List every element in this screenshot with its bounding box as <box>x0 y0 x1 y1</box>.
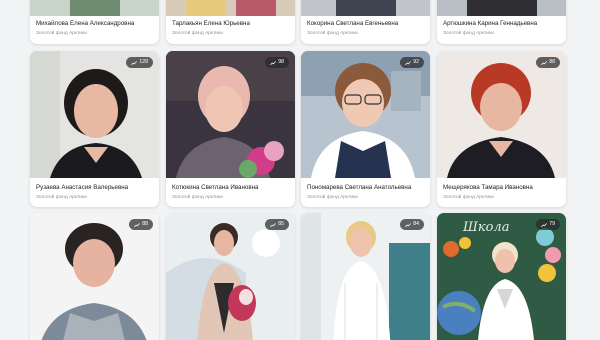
participant-name: Тарлакьян Елена Юрьевна <box>172 20 250 27</box>
views-badge: 128 <box>126 57 153 68</box>
participant-name: Мещерякова Тамара Ивановна <box>443 184 533 191</box>
participant-card[interactable]: Тарлакьян Елена Юрьевна Золотой фонд Арк… <box>166 0 295 44</box>
participant-photo: 85 <box>166 213 295 340</box>
views-count: 79 <box>549 221 555 227</box>
participant-photo: 84 <box>301 213 430 340</box>
views-count: 92 <box>413 59 419 65</box>
participant-photo: 92 <box>301 51 430 178</box>
trend-chart-icon <box>270 222 277 227</box>
trend-chart-icon <box>541 222 548 227</box>
views-count: 128 <box>139 59 148 65</box>
participant-photo: 128 <box>30 51 159 178</box>
participant-fund: Золотой фонд Арктики <box>36 195 87 200</box>
views-badge: 84 <box>400 219 424 230</box>
participant-photo <box>437 0 566 16</box>
participant-card[interactable]: Михайлова Елена Александровна Золотой фо… <box>30 0 159 44</box>
participant-photo <box>30 0 159 16</box>
trend-chart-icon <box>134 222 141 227</box>
participant-card[interactable]: 98 Котюкина Светлана Ивановна Золотой фо… <box>166 51 295 207</box>
participant-name: Рузаева Анастасия Валерьевна <box>36 184 129 191</box>
participant-fund: Золотой фонд Арктики <box>307 195 358 200</box>
participant-fund: Золотой фонд Арктики <box>443 195 494 200</box>
participant-fund: Золотой фонд Арктики <box>307 31 358 36</box>
views-count: 98 <box>278 59 284 65</box>
participant-name: Пономарева Светлана Анатольевна <box>307 184 412 191</box>
views-count: 88 <box>549 59 555 65</box>
views-count: 85 <box>278 221 284 227</box>
participant-name: Артюшкина Карина Геннадьевна <box>443 20 538 27</box>
participant-card[interactable]: 128 Рузаева Анастасия Валерьевна Золотой… <box>30 51 159 207</box>
views-badge: 98 <box>265 57 289 68</box>
views-badge: 88 <box>129 219 153 230</box>
participant-fund: Золотой фонд Арктики <box>172 31 223 36</box>
participant-fund: Золотой фонд Арктики <box>36 31 87 36</box>
participant-card[interactable]: 84 <box>301 213 430 340</box>
views-count: 88 <box>142 221 148 227</box>
participant-photo: 88 <box>30 213 159 340</box>
participant-name: Кокорина Светлана Евгеньевна <box>307 20 399 27</box>
views-badge: 79 <box>536 219 560 230</box>
trend-chart-icon <box>270 60 277 65</box>
participant-card[interactable]: Кокорина Светлана Евгеньевна Золотой фон… <box>301 0 430 44</box>
participant-photo: 88 <box>437 51 566 178</box>
participant-card[interactable]: 88 Мещерякова Тамара Ивановна Золотой фо… <box>437 51 566 207</box>
trend-chart-icon <box>405 60 412 65</box>
participant-photo: 98 <box>166 51 295 178</box>
participant-card[interactable]: Артюшкина Карина Геннадьевна Золотой фон… <box>437 0 566 44</box>
participant-fund: Золотой фонд Арктики <box>172 195 223 200</box>
participant-card[interactable]: Школа 79 <box>437 213 566 340</box>
views-badge: 92 <box>400 57 424 68</box>
trend-chart-icon <box>131 60 138 65</box>
participant-photo <box>301 0 430 16</box>
participants-grid: Михайлова Елена Александровна Золотой фо… <box>0 0 600 340</box>
trend-chart-icon <box>541 60 548 65</box>
participant-name: Михайлова Елена Александровна <box>36 20 135 27</box>
trend-chart-icon <box>405 222 412 227</box>
participant-fund: Золотой фонд Арктики <box>443 31 494 36</box>
views-badge: 88 <box>536 57 560 68</box>
views-badge: 85 <box>265 219 289 230</box>
participant-photo: Школа 79 <box>437 213 566 340</box>
participant-card[interactable]: 88 <box>30 213 159 340</box>
participant-name: Котюкина Светлана Ивановна <box>172 184 259 191</box>
views-count: 84 <box>413 221 419 227</box>
participant-photo <box>166 0 295 16</box>
board-text: Школа <box>462 220 509 235</box>
participant-card[interactable]: 92 Пономарева Светлана Анатольевна Золот… <box>301 51 430 207</box>
participant-card[interactable]: 85 <box>166 213 295 340</box>
